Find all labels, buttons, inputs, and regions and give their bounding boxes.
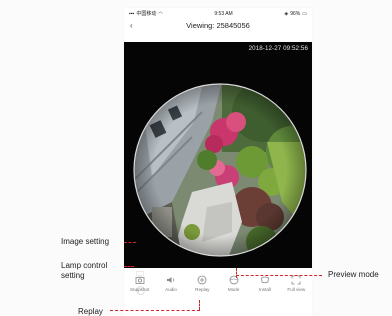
- bluetooth-icon: ◈: [284, 10, 289, 17]
- replay-label: Replay: [195, 286, 210, 292]
- annotation-line-replay-vertical: [199, 300, 200, 310]
- annotation-preview-mode: Preview mode: [328, 270, 379, 279]
- video-timestamp: 2018-12-27 09:52:56: [248, 45, 308, 52]
- replay-icon: [197, 275, 207, 284]
- mode-label: Mode: [227, 286, 240, 292]
- audio-label: Audio: [165, 286, 177, 292]
- snapshot-button[interactable]: Snapshot: [128, 275, 152, 292]
- bottom-toolbar: Snapshot Audio Replay Mode Install Full …: [124, 270, 312, 296]
- signal-icon: ▪▪▪: [129, 10, 135, 17]
- carrier-label: 中国移动: [136, 11, 157, 17]
- annotation-line-replay: [110, 310, 200, 311]
- annotation-line-preview-mode: [236, 275, 322, 276]
- replay-button[interactable]: Replay: [190, 275, 214, 292]
- status-right: ◈ 96% ▭: [284, 11, 307, 17]
- install-button[interactable]: Install: [253, 275, 277, 292]
- install-label: Install: [258, 286, 271, 292]
- annotation-lamp-control-line2: setting: [61, 271, 85, 280]
- camera-icon: [135, 276, 145, 284]
- mode-icon: [229, 275, 239, 284]
- full-view-label: Full view: [287, 286, 306, 292]
- speaker-icon: [166, 276, 175, 283]
- wifi-icon: ◠: [158, 10, 163, 17]
- nav-bar: ‹ Viewing: 25845056: [124, 19, 312, 33]
- annotation-line-image-setting: [124, 242, 136, 243]
- page-title: Viewing: 25845056: [186, 21, 250, 30]
- status-left: ▪▪▪ 中国移动 ◠: [129, 10, 163, 18]
- full-view-button[interactable]: Full view: [284, 275, 308, 292]
- back-icon[interactable]: ‹: [130, 19, 133, 33]
- annotation-image-setting: Image setting: [61, 237, 110, 246]
- battery-icon: ▭: [302, 10, 307, 17]
- fisheye-view: [133, 83, 307, 257]
- annotation-line-preview-mode-vertical: [236, 268, 237, 278]
- annotation-replay: Replay: [78, 307, 103, 316]
- fullscreen-icon: [291, 275, 301, 284]
- install-icon: [261, 276, 269, 283]
- status-bar: ▪▪▪ 中国移动 ◠ 9:53 AM ◈ 96% ▭: [124, 8, 312, 19]
- mode-button[interactable]: Mode: [222, 275, 246, 292]
- audio-button[interactable]: Audio: [159, 275, 183, 292]
- annotation-lamp-control-line1: Lamp control: [61, 261, 108, 270]
- video-preview[interactable]: 2018-12-27 09:52:56 !: [124, 42, 312, 295]
- battery-label: 96%: [290, 10, 301, 17]
- status-time: 9:53 AM: [214, 10, 233, 17]
- phone-screen: ▪▪▪ 中国移动 ◠ 9:53 AM ◈ 96% ▭ ‹ Viewing: 25…: [124, 8, 312, 316]
- annotation-line-lamp-control: [124, 266, 134, 267]
- snapshot-label: Snapshot: [129, 286, 150, 292]
